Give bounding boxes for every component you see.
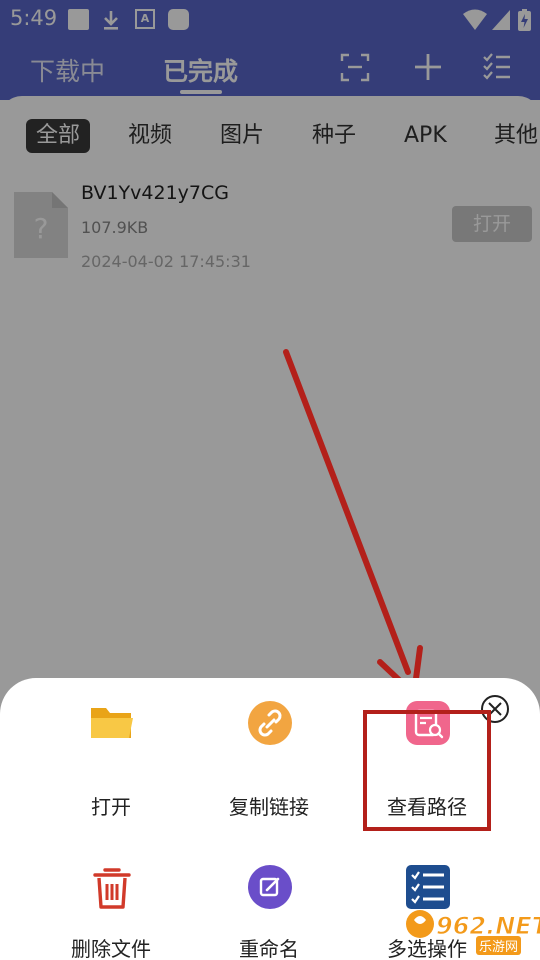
action-label: 打开: [91, 795, 131, 819]
trash-icon: [93, 868, 131, 909]
folder-icon: [91, 708, 133, 738]
link-icon: [248, 701, 292, 745]
action-copy-link[interactable]: 复制链接: [194, 678, 344, 819]
action-open[interactable]: 打开: [36, 678, 186, 819]
watermark-logo-icon: [406, 910, 434, 938]
action-rename[interactable]: 重命名: [194, 818, 344, 960]
annotation-highlight-box: [363, 710, 491, 831]
site-watermark: 962.NET 乐游网: [398, 902, 540, 960]
action-label: 复制链接: [229, 795, 309, 819]
action-label: 重命名: [239, 937, 299, 960]
edit-icon: [248, 865, 292, 909]
action-delete-file[interactable]: 删除文件: [36, 818, 186, 960]
action-label: 删除文件: [71, 937, 151, 960]
watermark-sub: 乐游网: [476, 936, 522, 955]
